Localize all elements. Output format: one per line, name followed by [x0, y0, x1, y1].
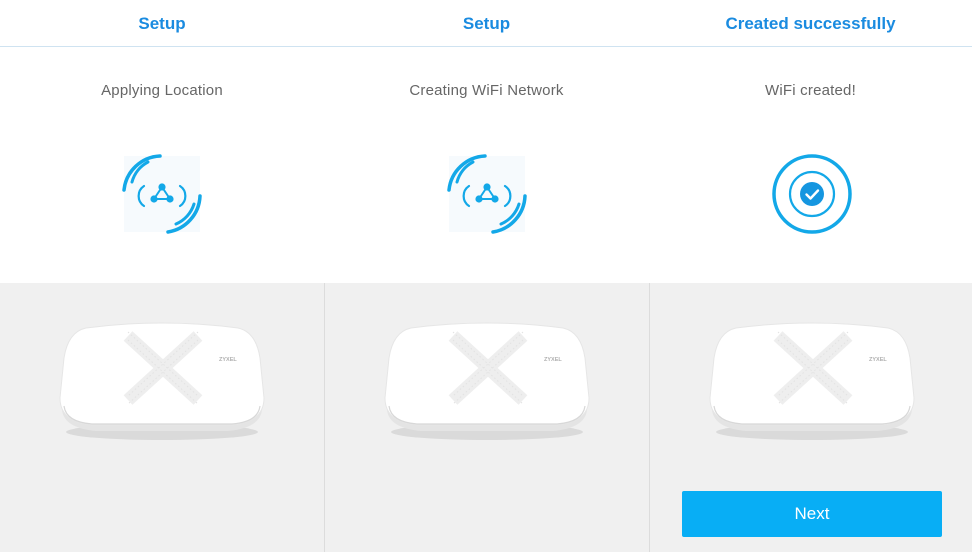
network-progress-icon: [445, 152, 529, 236]
next-button[interactable]: Next: [682, 491, 942, 537]
column-title-setup-location: Setup: [138, 14, 186, 33]
header-bar: Setup Setup Created successfully: [0, 0, 972, 47]
status-creating-wifi: Creating WiFi Network: [409, 82, 564, 99]
router-image: ZYXEL: [381, 318, 593, 444]
status-wifi-created: WiFi created!: [765, 82, 856, 99]
panel-divider: [649, 283, 650, 552]
check-circle-icon: [770, 152, 854, 236]
status-applying-location: Applying Location: [101, 82, 223, 99]
network-progress-icon: [120, 152, 204, 236]
panel-divider: [324, 283, 325, 552]
router-brand-label: ZYXEL: [544, 357, 562, 363]
router-image: ZYXEL: [706, 318, 918, 444]
router-brand-label: ZYXEL: [869, 357, 887, 363]
router-brand-label: ZYXEL: [219, 357, 237, 363]
column-title-created: Created successfully: [725, 14, 896, 33]
column-title-setup-wifi: Setup: [462, 14, 511, 33]
router-image: ZYXEL: [56, 318, 268, 444]
